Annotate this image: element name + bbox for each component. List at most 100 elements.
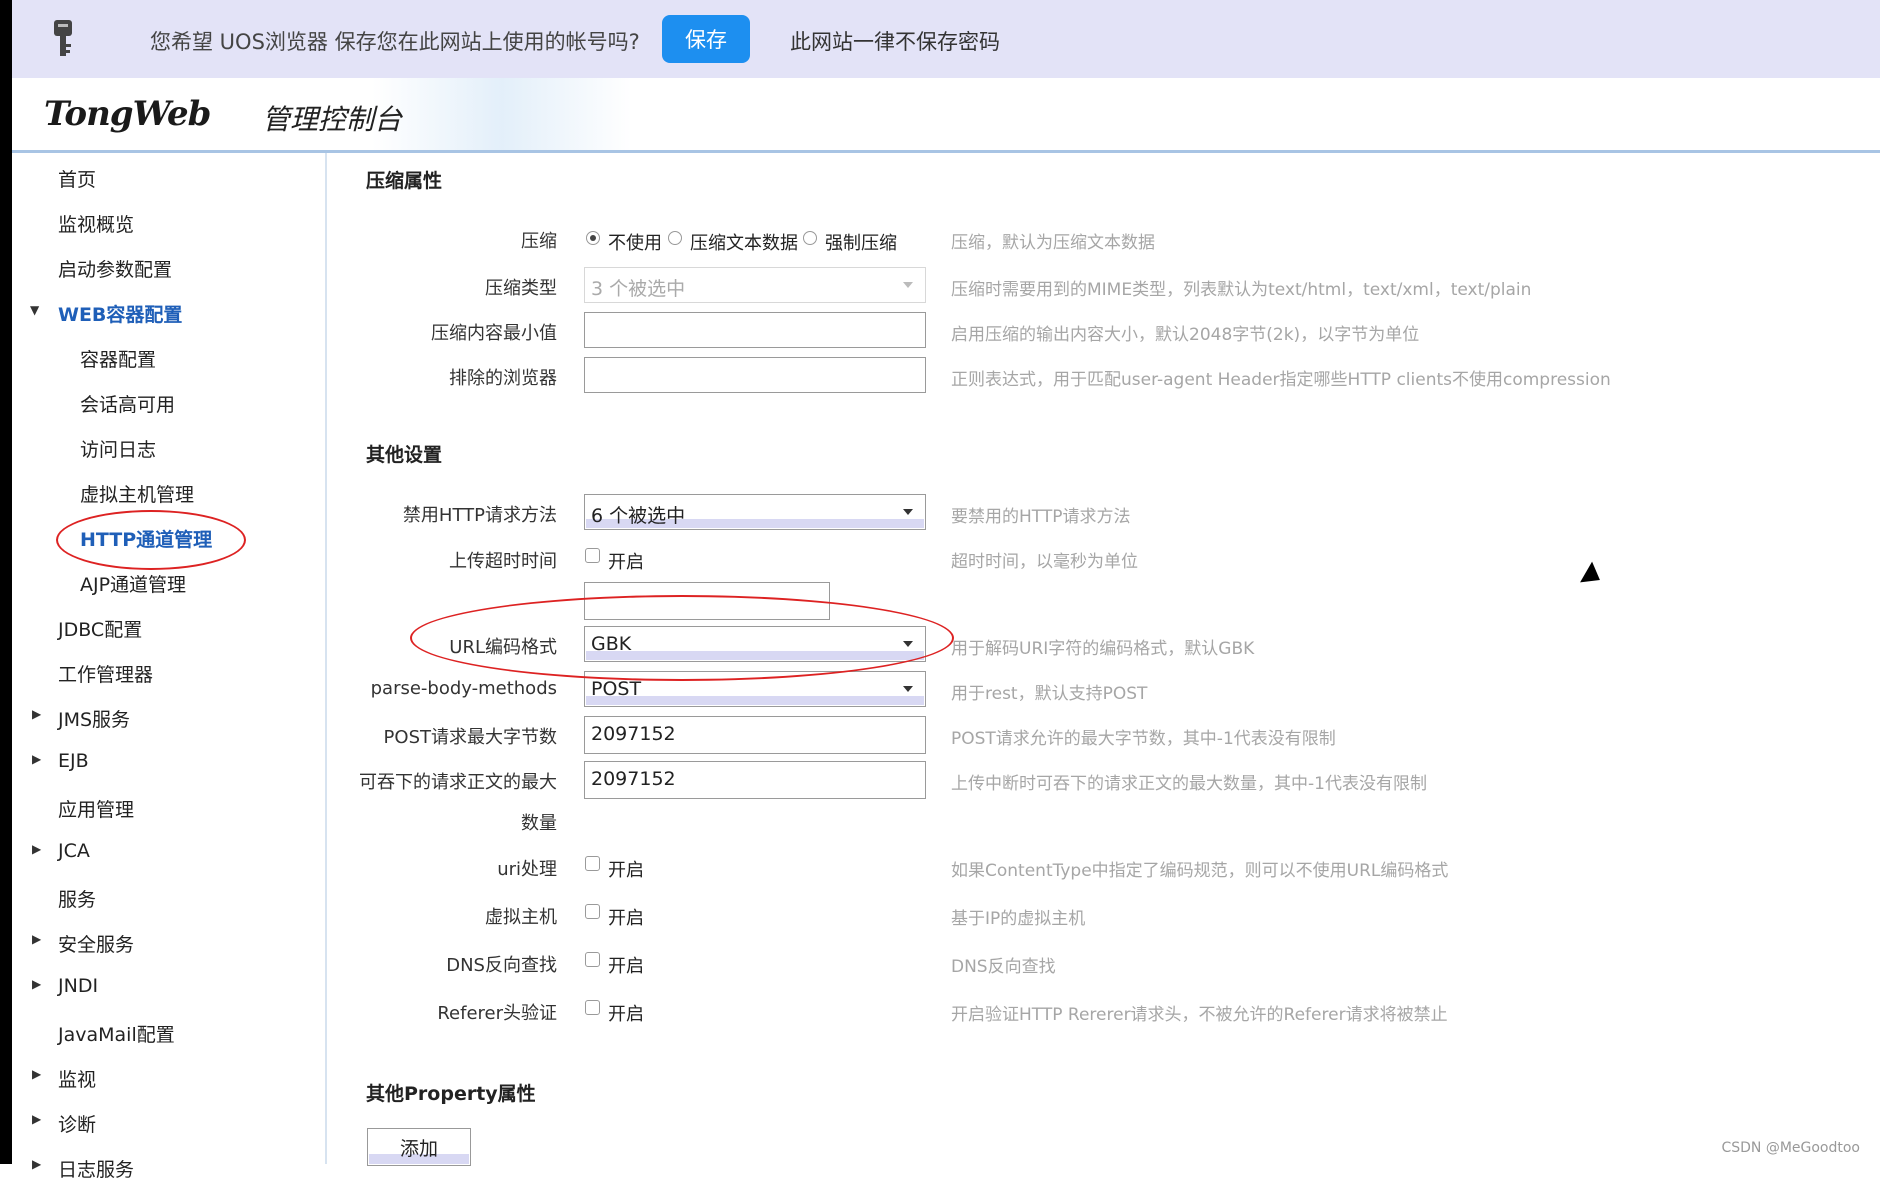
sidebar-item-http-channel[interactable]: HTTP通道管理 — [80, 525, 212, 552]
sidebar-item-app-management[interactable]: 应用管理 — [58, 795, 134, 822]
field-hint: 用于rest，默认支持POST — [951, 684, 1148, 704]
header-decoration — [372, 78, 632, 150]
never-save-link[interactable]: 此网站一律不保存密码 — [790, 26, 1000, 56]
input-value: 2097152 — [591, 723, 676, 745]
caret-right-icon[interactable]: ▶ — [32, 752, 41, 766]
tongweb-logo: TongWeb — [44, 94, 211, 134]
field-label-continued: 数量 — [521, 813, 557, 834]
section-title-property: 其他Property属性 — [366, 1083, 536, 1105]
field-label: 可吞下的请求正文的最大 — [359, 772, 557, 793]
main-content: 压缩属性 压缩 不使用 压缩文本数据 强制压缩 压缩，默认为压缩文本数据 压缩类… — [327, 153, 1880, 1166]
post-max-size-input[interactable]: 2097152 — [584, 716, 926, 754]
field-label: DNS反向查找 — [446, 955, 557, 976]
sidebar-item-virtual-host[interactable]: 虚拟主机管理 — [80, 480, 194, 507]
caret-right-icon[interactable]: ▶ — [32, 977, 41, 991]
chevron-down-icon — [903, 641, 913, 647]
sidebar-item-security[interactable]: 安全服务 — [58, 930, 134, 957]
field-label: uri处理 — [497, 859, 557, 880]
excluded-browsers-input[interactable] — [584, 357, 926, 393]
caret-right-icon[interactable]: ▶ — [32, 842, 41, 856]
chevron-down-icon — [903, 509, 913, 515]
sidebar-item-ajp-channel[interactable]: AJP通道管理 — [80, 570, 186, 597]
field-hint: 如果ContentType中指定了编码规范，则可以不使用URL编码格式 — [951, 861, 1449, 881]
url-encoding-select[interactable]: GBK — [584, 626, 926, 662]
uri-handling-checkbox[interactable] — [585, 856, 600, 871]
field-hint: DNS反向查找 — [951, 957, 1056, 977]
sidebar-item-work-manager[interactable]: 工作管理器 — [58, 660, 153, 687]
parse-body-methods-select[interactable]: POST — [584, 671, 926, 707]
sidebar-item-services[interactable]: 服务 — [58, 885, 96, 912]
upload-timeout-checkbox[interactable] — [585, 548, 600, 563]
sidebar-item-web-container[interactable]: WEB容器配置 — [58, 300, 182, 327]
radio-force-compress[interactable] — [803, 231, 817, 245]
sidebar-item-jdbc[interactable]: JDBC配置 — [58, 615, 142, 642]
field-hint: 要禁用的HTTP请求方法 — [951, 507, 1131, 527]
sidebar-nav: 首页 监视概览 启动参数配置 ▼ WEB容器配置 容器配置 会话高可用 访问日志… — [12, 153, 327, 1181]
chevron-down-icon — [903, 282, 913, 288]
add-property-button[interactable]: 添加 — [367, 1128, 471, 1166]
caret-right-icon[interactable]: ▶ — [32, 1112, 41, 1126]
sidebar-item-diagnostics[interactable]: 诊断 — [58, 1110, 96, 1137]
select-value: 3 个被选中 — [591, 278, 686, 300]
field-label: 排除的浏览器 — [449, 368, 557, 389]
sidebar-item-home[interactable]: 首页 — [58, 165, 96, 192]
save-password-button[interactable]: 保存 — [662, 15, 750, 63]
field-label: 压缩内容最小值 — [431, 323, 557, 344]
sidebar-item-session-ha[interactable]: 会话高可用 — [80, 390, 175, 417]
field-hint: 超时时间，以毫秒为单位 — [951, 552, 1138, 572]
sidebar-item-startup-params[interactable]: 启动参数配置 — [58, 255, 172, 282]
upload-timeout-input[interactable] — [584, 582, 830, 620]
caret-down-icon[interactable]: ▼ — [30, 303, 39, 317]
field-hint: 上传中断时可吞下的请求正文的最大数量，其中-1代表没有限制 — [951, 774, 1427, 794]
disabled-methods-select[interactable]: 6 个被选中 — [584, 494, 926, 530]
header-subtitle: 管理控制台 — [262, 103, 403, 136]
left-edge-strip — [0, 0, 12, 1164]
checkbox-label: 开启 — [608, 1004, 644, 1025]
sidebar-item-monitor[interactable]: 监视 — [58, 1065, 96, 1092]
max-swallow-size-input[interactable]: 2097152 — [584, 761, 926, 799]
watermark: CSDN @MeGoodtoo — [1721, 1140, 1860, 1156]
dns-lookup-checkbox[interactable] — [585, 952, 600, 967]
field-label: parse-body-methods — [370, 678, 557, 699]
sidebar-item-jca[interactable]: JCA — [58, 840, 90, 862]
sidebar-item-monitor-overview[interactable]: 监视概览 — [58, 210, 134, 237]
field-hint: 基于IP的虚拟主机 — [951, 909, 1086, 929]
checkbox-label: 开启 — [608, 860, 644, 881]
field-hint: 用于解码URI字符的编码格式，默认GBK — [951, 639, 1255, 659]
sidebar-item-javamail[interactable]: JavaMail配置 — [58, 1020, 175, 1047]
sidebar-item-jms[interactable]: JMS服务 — [58, 705, 130, 732]
radio-label: 强制压缩 — [825, 233, 897, 254]
sidebar-item-log-service[interactable]: 日志服务 — [58, 1155, 134, 1182]
sidebar-item-container-config[interactable]: 容器配置 — [80, 345, 156, 372]
checkbox-label: 开启 — [608, 956, 644, 977]
virtual-host-checkbox[interactable] — [585, 904, 600, 919]
field-label: 压缩 — [521, 231, 557, 252]
field-hint: 压缩时需要用到的MIME类型，列表默认为text/html，text/xml，t… — [951, 280, 1532, 300]
sidebar-item-ejb[interactable]: EJB — [58, 750, 89, 772]
checkbox-label: 开启 — [608, 908, 644, 929]
select-value: GBK — [591, 633, 632, 655]
sidebar-item-access-log[interactable]: 访问日志 — [80, 435, 156, 462]
app-header: TongWeb 管理控制台 — [12, 78, 1880, 153]
sidebar-item-jndi[interactable]: JNDI — [58, 975, 98, 997]
caret-right-icon[interactable]: ▶ — [32, 1067, 41, 1081]
select-value: POST — [591, 678, 642, 700]
field-label: 虚拟主机 — [485, 907, 557, 928]
radio-no-compress[interactable] — [586, 231, 600, 245]
caret-right-icon[interactable]: ▶ — [32, 932, 41, 946]
compression-min-size-input[interactable] — [584, 312, 926, 348]
password-save-bar: 您希望 UOS浏览器 保存您在此网站上使用的帐号吗? 保存 此网站一律不保存密码 — [12, 0, 1880, 78]
caret-right-icon[interactable]: ▶ — [32, 707, 41, 721]
section-title-other: 其他设置 — [366, 444, 443, 466]
field-label: 压缩类型 — [485, 278, 557, 299]
referer-check-checkbox[interactable] — [585, 1000, 600, 1015]
radio-label: 不使用 — [608, 233, 662, 254]
key-icon — [54, 20, 72, 56]
field-label: 上传超时时间 — [449, 551, 557, 572]
radio-compress-text[interactable] — [668, 231, 682, 245]
field-hint: 正则表达式，用于匹配user-agent Header指定哪些HTTP clie… — [951, 370, 1611, 390]
checkbox-label: 开启 — [608, 552, 644, 573]
select-value: 6 个被选中 — [591, 505, 686, 527]
compression-type-select[interactable]: 3 个被选中 — [584, 267, 926, 303]
caret-right-icon[interactable]: ▶ — [32, 1157, 41, 1171]
